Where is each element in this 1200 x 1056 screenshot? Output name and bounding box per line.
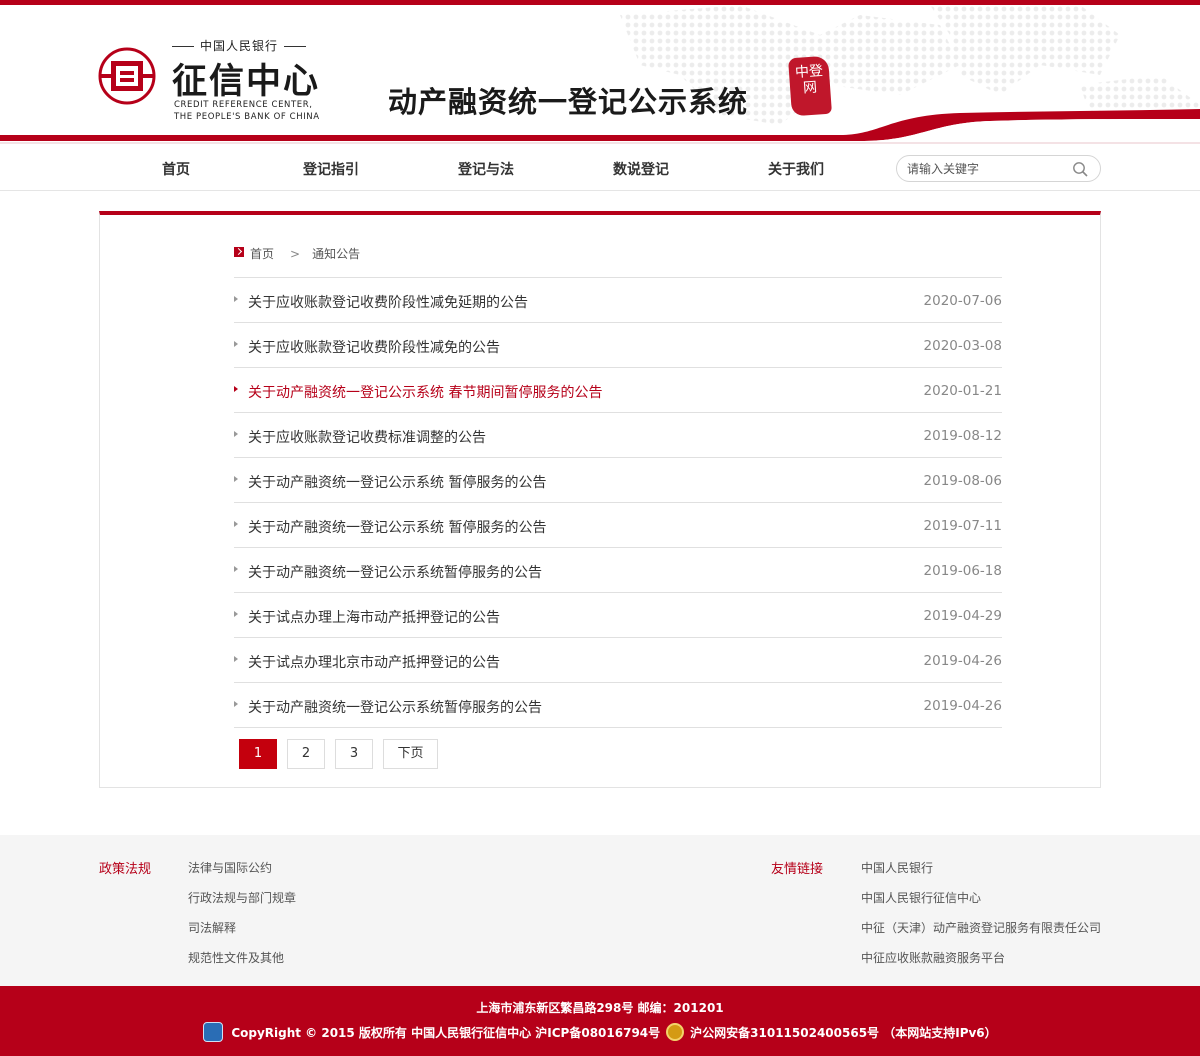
friend-link[interactable]: 中国人民银行 xyxy=(861,859,933,876)
bullet-arrow-icon xyxy=(234,611,238,617)
notice-row[interactable]: 关于动产融资统一登记公示系统暂停服务的公告 2019-06-18 xyxy=(234,548,1002,593)
notice-title[interactable]: 关于动产融资统一登记公示系统 暂停服务的公告 xyxy=(248,472,546,492)
nav-registration-guide[interactable]: 登记指引 xyxy=(303,159,359,179)
nav-registration-law[interactable]: 登记与法 xyxy=(458,159,514,179)
next-page-button[interactable]: 下页 xyxy=(383,739,438,769)
bullet-arrow-icon xyxy=(234,566,238,572)
bullet-arrow-icon xyxy=(234,431,238,437)
notice-row[interactable]: 关于动产融资统一登记公示系统暂停服务的公告 2019-04-26 xyxy=(234,683,1002,728)
main-nav: 首页 登记指引 登记与法 数说登记 关于我们 xyxy=(0,145,1200,191)
notice-date: 2019-08-06 xyxy=(923,473,1002,489)
crc-emblem-icon xyxy=(98,47,156,105)
notice-title[interactable]: 关于试点办理上海市动产抵押登记的公告 xyxy=(248,607,500,627)
footer-copyright-bar: 上海市浦东新区繁昌路298号 邮编：201201 CopyRight © 201… xyxy=(0,986,1200,1056)
notice-date: 2020-03-08 xyxy=(923,338,1002,354)
police-record-text[interactable]: 沪公网安备31011502400565号 （本网站支持IPv6） xyxy=(690,1026,997,1040)
notice-title[interactable]: 关于动产融资统一登记公示系统暂停服务的公告 xyxy=(248,697,542,717)
footer-copyright-line: CopyRight © 2015 版权所有 中国人民银行征信中心 沪ICP备08… xyxy=(0,1022,1200,1042)
notice-row[interactable]: 关于应收账款登记收费标准调整的公告 2019-08-12 xyxy=(234,413,1002,458)
police-emblem-icon[interactable] xyxy=(666,1023,685,1041)
search-input[interactable] xyxy=(907,160,1067,178)
notice-date: 2019-06-18 xyxy=(923,563,1002,579)
breadcrumb: 首页 > 通知公告 xyxy=(234,245,360,262)
notice-row[interactable]: 关于试点办理北京市动产抵押登记的公告 2019-04-26 xyxy=(234,638,1002,683)
page-1-button[interactable]: 1 xyxy=(239,739,277,769)
footer-address: 上海市浦东新区繁昌路298号 邮编：201201 xyxy=(476,1001,724,1015)
bullet-arrow-icon xyxy=(234,296,238,302)
site-header: 中国人民银行 征信中心 CREDIT REFERENCE CENTER, THE… xyxy=(0,5,1200,145)
bullet-arrow-icon xyxy=(234,476,238,482)
notice-date: 2020-01-21 xyxy=(923,383,1002,399)
breadcrumb-home-link[interactable]: 首页 xyxy=(250,247,274,261)
notice-row[interactable]: 关于动产融资统一登记公示系统 暂停服务的公告 2019-07-11 xyxy=(234,503,1002,548)
notice-title[interactable]: 关于应收账款登记收费阶段性减免的公告 xyxy=(248,337,500,357)
chevron-right-icon: > xyxy=(290,247,301,261)
bullet-arrow-icon xyxy=(234,521,238,527)
bullet-arrow-icon xyxy=(234,341,238,347)
notice-row[interactable]: 关于应收账款登记收费阶段性减免延期的公告 2020-07-06 xyxy=(234,278,1002,323)
friend-link[interactable]: 中征（天津）动产融资登记服务有限责任公司 xyxy=(861,919,1101,936)
search-icon[interactable] xyxy=(1072,161,1088,177)
site-verification-badge-icon[interactable] xyxy=(203,1022,224,1042)
friend-link[interactable]: 中征应收账款融资服务平台 xyxy=(861,949,1005,966)
footer-links: 政策法规 法律与国际公约 行政法规与部门规章 司法解释 规范性文件及其他 友情链… xyxy=(0,835,1200,986)
notice-title[interactable]: 关于应收账款登记收费标准调整的公告 xyxy=(248,427,486,447)
copyright-text: CopyRight © 2015 版权所有 中国人民银行征信中心 沪ICP备08… xyxy=(231,1026,661,1040)
nav-home[interactable]: 首页 xyxy=(162,159,190,179)
notice-title[interactable]: 关于动产融资统一登记公示系统 暂停服务的公告 xyxy=(248,517,546,537)
notice-title[interactable]: 关于动产融资统一登记公示系统暂停服务的公告 xyxy=(248,562,542,582)
breadcrumb-current: 通知公告 xyxy=(312,247,361,261)
friend-link[interactable]: 中国人民银行征信中心 xyxy=(861,889,981,906)
notice-title[interactable]: 关于试点办理北京市动产抵押登记的公告 xyxy=(248,652,500,672)
nav-about-us[interactable]: 关于我们 xyxy=(768,159,824,179)
bullet-arrow-icon xyxy=(234,701,238,707)
notice-panel: 首页 > 通知公告 关于应收账款登记收费阶段性减免延期的公告 2020-07-06 关… xyxy=(99,211,1101,788)
logo-chinese-name: 征信中心 xyxy=(172,61,321,102)
page-2-button[interactable]: 2 xyxy=(287,739,325,769)
notice-title[interactable]: 关于动产融资统一登记公示系统 春节期间暂停服务的公告 xyxy=(248,382,602,402)
policy-link[interactable]: 规范性文件及其他 xyxy=(188,949,284,966)
notice-date: 2019-08-12 xyxy=(923,428,1002,444)
notice-title[interactable]: 关于应收账款登记收费阶段性减免延期的公告 xyxy=(248,292,528,312)
header-red-wave xyxy=(0,109,1200,145)
friends-heading: 友情链接 xyxy=(771,862,824,877)
notice-row[interactable]: 关于试点办理上海市动产抵押登记的公告 2019-04-29 xyxy=(234,593,1002,638)
notice-row[interactable]: 关于动产融资统一登记公示系统 暂停服务的公告 2019-08-06 xyxy=(234,458,1002,503)
notice-row[interactable]: 关于动产融资统一登记公示系统 春节期间暂停服务的公告 2020-01-21 xyxy=(234,368,1002,413)
policy-link[interactable]: 司法解释 xyxy=(188,919,236,936)
notice-row[interactable]: 关于应收账款登记收费阶段性减免的公告 2020-03-08 xyxy=(234,323,1002,368)
notice-date: 2019-04-26 xyxy=(923,698,1002,714)
notice-date: 2020-07-06 xyxy=(923,293,1002,309)
bullet-arrow-icon xyxy=(234,656,238,662)
breadcrumb-home-icon xyxy=(234,247,244,257)
logo-pbc-label: 中国人民银行 xyxy=(172,37,306,54)
notice-list: 关于应收账款登记收费阶段性减免延期的公告 2020-07-06 关于应收账款登记收… xyxy=(234,278,1002,728)
bullet-arrow-icon xyxy=(234,386,238,392)
policy-link[interactable]: 法律与国际公约 xyxy=(188,859,272,876)
notice-date: 2019-04-26 xyxy=(923,653,1002,669)
search-box xyxy=(896,155,1101,182)
notice-date: 2019-04-29 xyxy=(923,608,1002,624)
notice-date: 2019-07-11 xyxy=(923,518,1002,534)
nav-data-registration[interactable]: 数说登记 xyxy=(613,159,669,179)
page-3-button[interactable]: 3 xyxy=(335,739,373,769)
policy-heading: 政策法规 xyxy=(99,862,152,877)
policy-link[interactable]: 行政法规与部门规章 xyxy=(188,889,296,906)
